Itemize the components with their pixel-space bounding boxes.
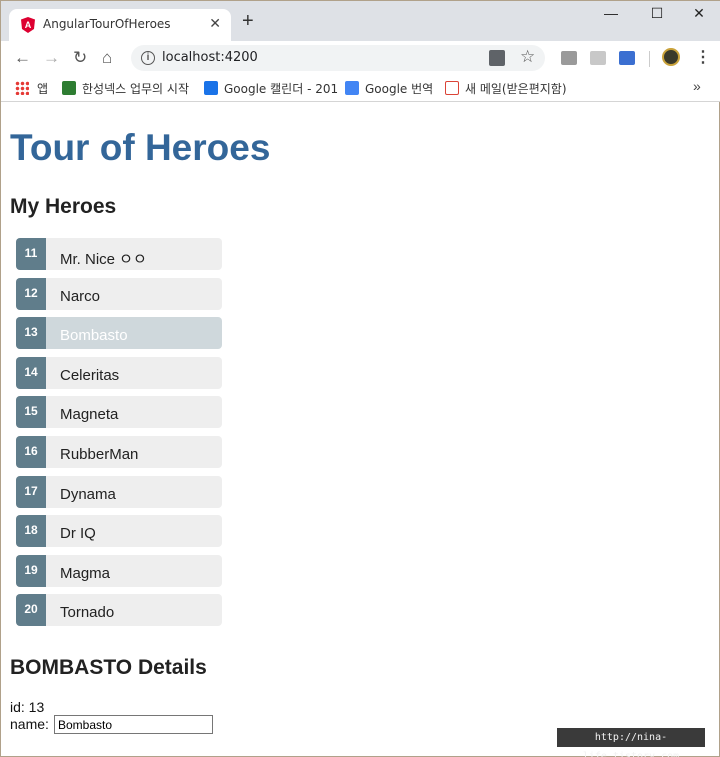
hero-name: Dr IQ: [60, 525, 96, 543]
hero-name: Magneta: [60, 406, 119, 424]
app-title: Tour of Heroes: [10, 127, 271, 168]
extension-icon[interactable]: [590, 51, 606, 65]
close-window-button[interactable]: ✕: [679, 5, 719, 25]
apps-grid-icon[interactable]: [15, 81, 29, 95]
hero-id-badge: 19: [16, 554, 46, 587]
hero-name-input[interactable]: [54, 715, 213, 734]
home-button[interactable]: ⌂: [102, 49, 112, 66]
new-tab-button[interactable]: +: [242, 11, 254, 31]
hero-item[interactable]: 12 Narco: [16, 277, 222, 310]
address-bar[interactable]: i localhost:4200 ☆: [131, 45, 545, 71]
hero-item[interactable]: 14 Celeritas: [16, 356, 222, 389]
hero-name: RubberMan: [60, 445, 139, 463]
bookmark-apps[interactable]: 앱: [37, 80, 48, 97]
company-icon: [62, 81, 76, 95]
hero-id-badge: 15: [16, 396, 46, 429]
hero-name: Bombasto: [60, 327, 128, 345]
hero-item[interactable]: 20 Tornado: [16, 594, 222, 627]
page-content: Tour of Heroes My Heroes 11 Mr. Nice ㅇㅇ 1…: [1, 103, 720, 757]
bookmark-company[interactable]: 한성넥스 업무의 시작: [62, 80, 189, 97]
hero-id-badge: 12: [16, 277, 46, 310]
back-button[interactable]: ←: [14, 49, 31, 66]
hero-item[interactable]: 11 Mr. Nice ㅇㅇ: [16, 238, 222, 270]
hero-item[interactable]: 17 Dynama: [16, 475, 222, 508]
hero-id-badge: 20: [16, 594, 46, 627]
translate-icon: [345, 81, 359, 95]
browser-toolbar: ← → ↻ ⌂ i localhost:4200 ☆ ⋮: [1, 41, 720, 75]
translate-icon[interactable]: [489, 50, 505, 66]
browser-tab[interactable]: A AngularTourOfHeroes ✕: [9, 9, 231, 41]
url-text[interactable]: localhost:4200: [162, 50, 258, 65]
mail-icon: [445, 81, 459, 95]
hero-item[interactable]: 16 RubberMan: [16, 435, 222, 468]
details-heading: BOMBASTO Details: [10, 656, 207, 679]
browser-menu-icon[interactable]: ⋮: [695, 47, 711, 67]
hero-item[interactable]: 19 Magma: [16, 554, 222, 587]
svg-text:A: A: [25, 20, 32, 30]
bookmark-calendar[interactable]: Google 캘린더 - 201: [204, 80, 338, 97]
hero-id-badge: 11: [16, 238, 46, 270]
heroes-heading: My Heroes: [10, 195, 117, 218]
hero-name: Mr. Nice ㅇㅇ: [60, 251, 147, 268]
toolbar-divider: [649, 51, 650, 67]
hero-item[interactable]: 13 Bombasto: [16, 317, 222, 350]
tab-title: AngularTourOfHeroes: [43, 17, 171, 31]
tab-close-icon[interactable]: ✕: [209, 15, 221, 32]
hero-id-badge: 14: [16, 356, 46, 389]
angular-icon: A: [21, 17, 35, 33]
hero-id-badge: 13: [16, 317, 46, 350]
bookmark-translate[interactable]: Google 번역: [345, 80, 433, 97]
maximize-button[interactable]: ☐: [637, 5, 677, 25]
reload-button[interactable]: ↻: [73, 49, 87, 66]
hero-name-label: name:: [10, 716, 49, 732]
site-info-icon[interactable]: i: [141, 51, 155, 65]
hero-id-badge: 16: [16, 435, 46, 468]
hero-id-badge: 18: [16, 515, 46, 548]
hero-id-label: id: 13: [10, 699, 45, 715]
hero-name: Dynama: [60, 485, 116, 503]
hero-name: Narco: [60, 287, 101, 305]
bookmarks-overflow-button[interactable]: »: [693, 78, 701, 94]
hero-name: Celeritas: [60, 366, 120, 384]
tab-strip: A AngularTourOfHeroes ✕ + — ☐ ✕: [1, 1, 720, 41]
hero-item[interactable]: 18 Dr IQ: [16, 515, 222, 548]
extension-icon[interactable]: [561, 51, 577, 65]
forward-button[interactable]: →: [43, 49, 60, 66]
browser-window: A AngularTourOfHeroes ✕ + — ☐ ✕ ← → ↻ ⌂ …: [0, 0, 720, 757]
watermark: http://nina-life.tistory.com: [557, 728, 705, 757]
heroes-list: 11 Mr. Nice ㅇㅇ 12 Narco 13 Bombasto 14 Celer…: [16, 238, 222, 634]
calendar-icon: [204, 81, 218, 95]
profile-avatar[interactable]: [662, 48, 680, 66]
hero-item[interactable]: 15 Magneta: [16, 396, 222, 429]
hero-id-badge: 17: [16, 475, 46, 508]
bookmark-mail[interactable]: 새 메일(받은편지함): [445, 80, 567, 97]
bookmark-star-icon[interactable]: ☆: [520, 47, 535, 67]
hero-name: Tornado: [60, 604, 115, 622]
bookmarks-bar: 앱 한성넥스 업무의 시작 Google 캘린더 - 201 Google 번역…: [1, 75, 720, 102]
minimize-button[interactable]: —: [591, 5, 631, 25]
extension-icon[interactable]: [619, 51, 635, 65]
hero-name: Magma: [60, 564, 111, 582]
